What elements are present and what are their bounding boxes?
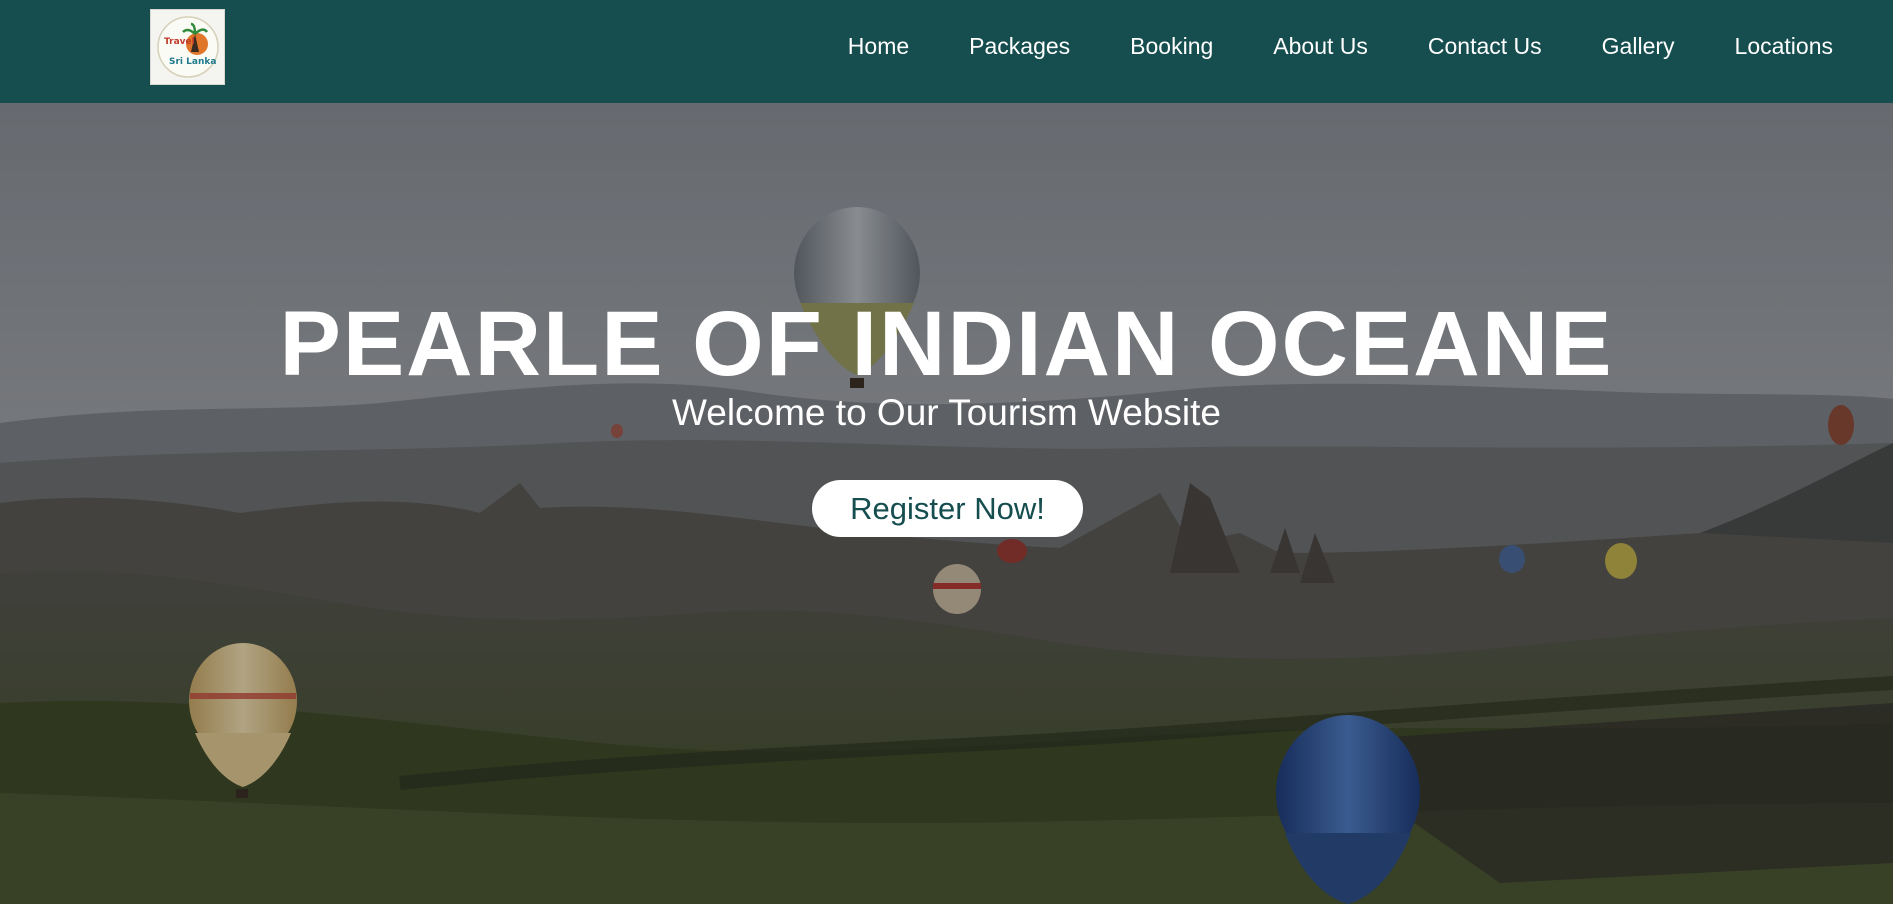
svg-text:Travel: Travel <box>164 37 195 47</box>
nav-link-contact-us[interactable]: Contact Us <box>1428 33 1542 60</box>
nav-link-home[interactable]: Home <box>848 33 909 60</box>
nav-link-gallery[interactable]: Gallery <box>1602 33 1675 60</box>
hero-subtitle: Welcome to Our Tourism Website <box>671 392 1222 433</box>
register-now-button[interactable]: Register Now! <box>812 480 1083 537</box>
logo-emblem-icon: Travel Sri Lanka <box>156 16 219 78</box>
nav-link-locations[interactable]: Locations <box>1735 33 1833 60</box>
svg-text:Sri Lanka: Sri Lanka <box>169 57 216 67</box>
hero-title: PEARLE OF INDIAN OCEANE <box>279 293 1614 395</box>
nav-link-booking[interactable]: Booking <box>1130 33 1213 60</box>
nav-link-about-us[interactable]: About Us <box>1273 33 1368 60</box>
nav-link-packages[interactable]: Packages <box>969 33 1070 60</box>
hero-section: PEARLE OF INDIAN OCEANE Welcome to Our T… <box>0 103 1893 904</box>
site-logo[interactable]: Travel Sri Lanka <box>150 9 225 85</box>
main-navigation: Home Packages Booking About Us Contact U… <box>788 0 1833 92</box>
top-navbar: Travel Sri Lanka Home Packages Booking A… <box>0 0 1893 103</box>
hero-content: PEARLE OF INDIAN OCEANE Welcome to Our T… <box>0 103 1893 904</box>
